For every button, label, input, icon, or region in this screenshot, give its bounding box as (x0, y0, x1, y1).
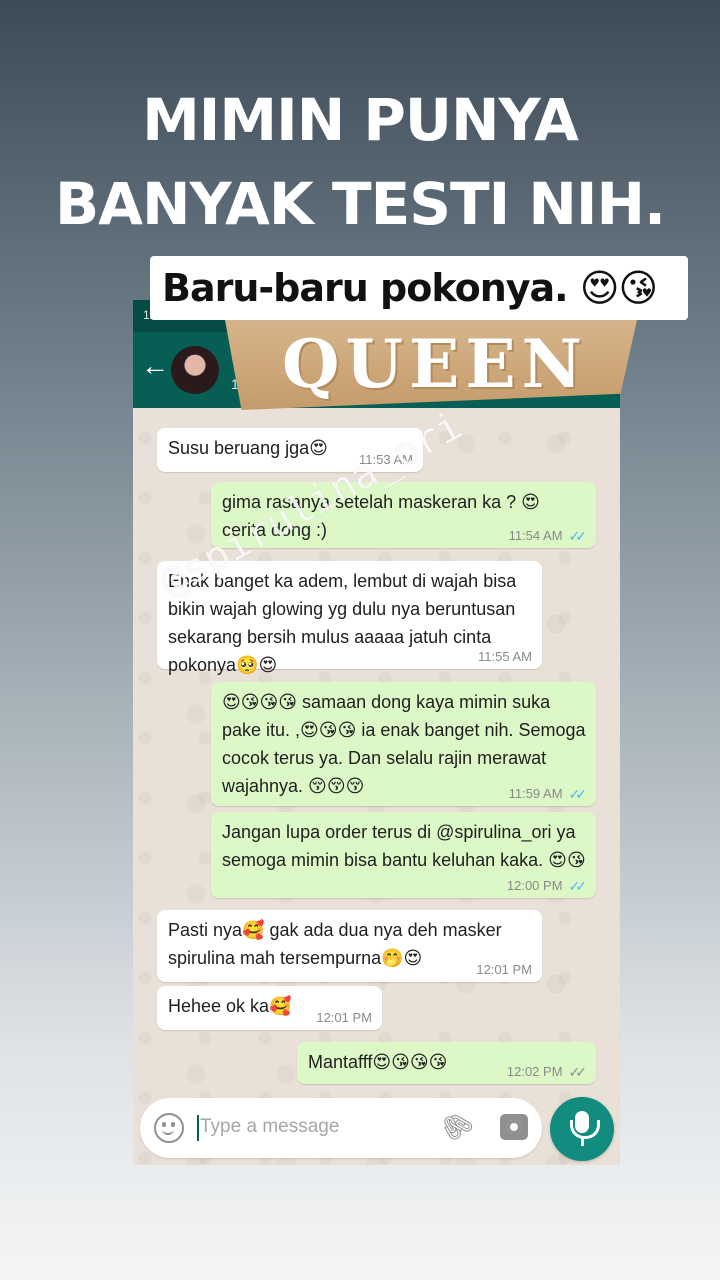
message-text: Hehee ok ka🥰 (168, 996, 292, 1016)
message-input[interactable]: Type a message (200, 1116, 339, 1138)
banner-text: QUEEN (282, 325, 588, 403)
message-text: Mantafff😍😘😘😘 (308, 1052, 448, 1072)
contact-avatar[interactable] (171, 346, 219, 394)
text-cursor (197, 1115, 199, 1141)
message-text: 😍😘😘😘 samaan dong kaya mimin suka pake it… (222, 692, 586, 796)
message-bubble-outgoing[interactable]: 😍😘😘😘 samaan dong kaya mimin suka pake it… (211, 682, 596, 806)
read-ticks-icon: ✓✓ (568, 878, 588, 894)
read-ticks-icon: ✓✓ (568, 528, 588, 544)
message-meta: 12:00 PM ✓✓ (506, 878, 588, 894)
message-bubble-incoming[interactable]: Pasti nya🥰 gak ada dua nya deh masker sp… (157, 910, 542, 982)
message-text: Susu beruang jga😍 (168, 438, 328, 458)
headline-line-1: MIMIN PUNYA (142, 86, 579, 154)
message-text: Pasti nya🥰 gak ada dua nya deh masker sp… (168, 920, 502, 968)
headline: MIMIN PUNYA BANYAK TESTI NIH. (0, 78, 720, 246)
emoji-icon[interactable] (154, 1113, 184, 1143)
message-time: 12:02 PM (506, 1064, 563, 1079)
mic-icon (570, 1111, 600, 1146)
message-time: 11:55 AM (478, 649, 532, 664)
back-arrow-icon[interactable]: ← (141, 350, 173, 382)
message-time: 11:54 AM (508, 528, 563, 543)
message-time: 12:00 PM (506, 878, 563, 893)
message-bubble-outgoing[interactable]: Mantafff😍😘😘😘 12:02 PM ✓✓ (297, 1042, 596, 1084)
message-time: 12:01 PM (316, 1010, 372, 1025)
read-ticks-icon: ✓✓ (568, 786, 588, 802)
headline-line-2: BANYAK TESTI NIH. (54, 170, 666, 238)
message-bubble-outgoing[interactable]: Jangan lupa order terus di @spirulina_or… (211, 812, 596, 898)
message-time: 12:01 PM (476, 962, 532, 977)
camera-icon[interactable] (500, 1114, 528, 1140)
message-meta: 12:02 PM ✓✓ (506, 1064, 588, 1080)
message-text: Jangan lupa order terus di @spirulina_or… (222, 822, 586, 870)
message-meta: 12:01 PM (316, 1010, 372, 1026)
paperclip-icon[interactable]: 🖇 (434, 1104, 479, 1149)
subtitle-caption: Baru-baru pokonya. 😍😘 (150, 256, 688, 320)
message-meta: 11:54 AM ✓✓ (508, 528, 588, 544)
delivered-ticks-icon: ✓✓ (568, 1064, 588, 1080)
message-meta: 12:01 PM (476, 962, 532, 978)
message-input-bar: Type a message 🖇 (140, 1098, 542, 1158)
message-bubble-incoming[interactable]: Hehee ok ka🥰 12:01 PM (157, 986, 382, 1030)
message-text: Enak banget ka adem, lembut di wajah bis… (168, 571, 517, 675)
message-meta: 11:59 AM ✓✓ (508, 786, 588, 802)
mic-button[interactable] (550, 1097, 614, 1161)
message-time: 11:59 AM (508, 786, 563, 801)
message-meta: 11:55 AM (478, 649, 532, 665)
